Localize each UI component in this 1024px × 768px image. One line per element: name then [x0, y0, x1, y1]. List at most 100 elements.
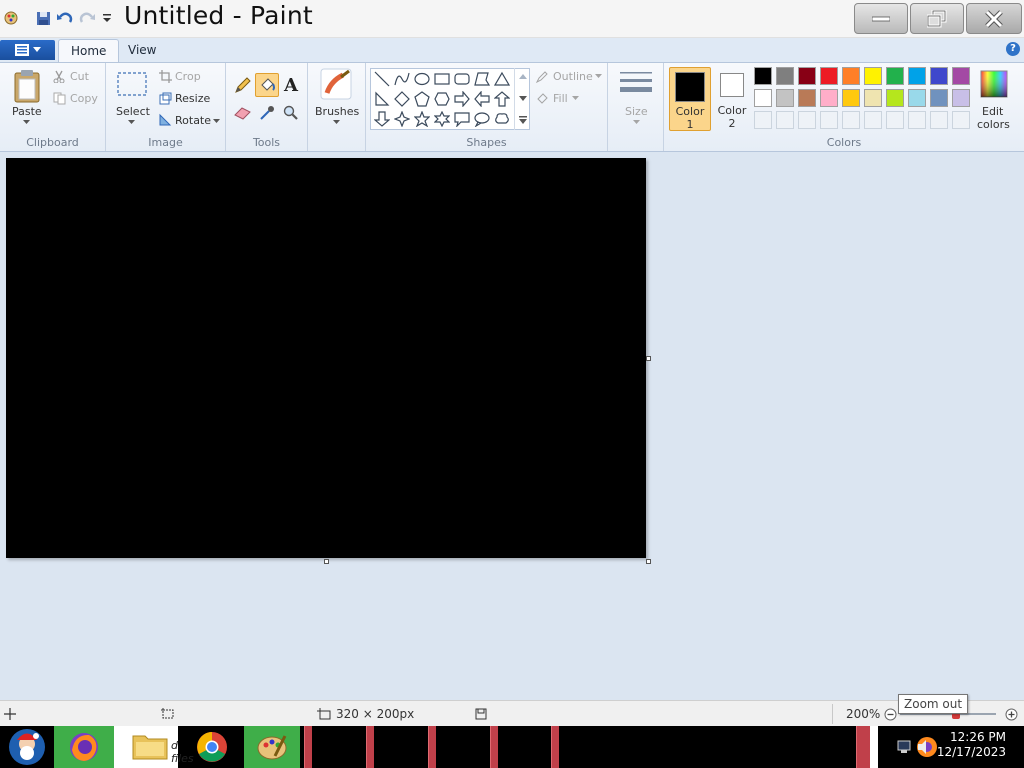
palette-color-swatch[interactable]	[908, 67, 926, 85]
palette-color-swatch[interactable]	[908, 89, 926, 107]
cut-button[interactable]: Cut	[70, 70, 89, 83]
network-icon[interactable]	[896, 726, 914, 768]
drawing-canvas[interactable]	[6, 158, 646, 558]
edit-colors-label-line1[interactable]: Edit	[982, 105, 1003, 118]
taskbar-window-strip[interactable]	[490, 726, 498, 768]
pencil-icon[interactable]	[232, 74, 254, 96]
palette-color-swatch[interactable]	[820, 67, 838, 85]
cloud-callout-shape-icon[interactable]	[492, 109, 511, 128]
taskbar-window-strip[interactable]	[428, 726, 436, 768]
gallery-expand-icon[interactable]	[519, 116, 527, 124]
outline-dropdown-arrow-icon[interactable]	[594, 73, 602, 79]
six-point-star-shape-icon[interactable]	[432, 109, 451, 128]
down-arrow-shape-icon[interactable]	[372, 109, 391, 128]
resize-button[interactable]: Resize	[175, 92, 210, 105]
palette-color-swatch[interactable]	[952, 89, 970, 107]
select-label[interactable]: Select	[116, 105, 150, 118]
oval-callout-shape-icon[interactable]	[472, 109, 491, 128]
hexagon-shape-icon[interactable]	[432, 89, 451, 108]
palette-color-swatch[interactable]	[864, 67, 882, 85]
color2-button[interactable]: Color 2	[713, 67, 751, 131]
palette-color-swatch[interactable]	[798, 89, 816, 107]
right-arrow-shape-icon[interactable]	[452, 89, 471, 108]
eraser-icon[interactable]	[232, 102, 254, 124]
select-dropdown-arrow-icon[interactable]	[127, 119, 135, 125]
palette-custom-slot[interactable]	[930, 111, 948, 129]
size-dropdown-arrow-icon[interactable]	[632, 119, 640, 125]
paint-menu-button[interactable]	[0, 40, 55, 60]
crop-button[interactable]: Crop	[175, 70, 201, 83]
palette-color-swatch[interactable]	[930, 67, 948, 85]
left-arrow-shape-icon[interactable]	[472, 89, 491, 108]
tray-show-hidden[interactable]	[870, 726, 878, 768]
pentagon-shape-icon[interactable]	[412, 89, 431, 108]
taskbar-paint[interactable]	[244, 726, 300, 768]
palette-custom-slot[interactable]	[864, 111, 882, 129]
oval-shape-icon[interactable]	[412, 69, 431, 88]
taskbar-clock[interactable]: 12:26 PM 12/17/2023	[937, 730, 1006, 760]
up-arrow-shape-icon[interactable]	[492, 89, 511, 108]
brushes-label[interactable]: Brushes	[315, 105, 359, 118]
rectangle-shape-icon[interactable]	[432, 69, 451, 88]
tray-overflow-strip[interactable]	[856, 726, 870, 768]
line-shape-icon[interactable]	[372, 69, 391, 88]
redo-icon[interactable]	[78, 8, 96, 28]
palette-custom-slot[interactable]	[908, 111, 926, 129]
paint-app-icon[interactable]	[2, 8, 20, 28]
taskbar-chrome[interactable]	[184, 726, 240, 768]
size-label[interactable]: Size	[625, 105, 648, 118]
palette-color-swatch[interactable]	[820, 89, 838, 107]
curve-shape-icon[interactable]	[392, 69, 411, 88]
rotate-button[interactable]: Rotate	[175, 114, 211, 127]
minimize-button[interactable]	[854, 3, 908, 34]
fill-button[interactable]: Fill	[553, 92, 568, 105]
tab-view[interactable]: View	[116, 39, 168, 62]
gallery-scroll-up-icon[interactable]	[519, 74, 527, 79]
outline-button[interactable]: Outline	[553, 70, 593, 83]
palette-custom-slot[interactable]	[886, 111, 904, 129]
close-button[interactable]	[966, 3, 1022, 34]
palette-custom-slot[interactable]	[776, 111, 794, 129]
edit-colors-icon[interactable]	[978, 69, 1010, 99]
zoom-in-button[interactable]	[1004, 707, 1018, 721]
copy-button[interactable]: Copy	[70, 92, 98, 105]
palette-color-swatch[interactable]	[754, 89, 772, 107]
customize-qat-icon[interactable]	[98, 8, 116, 28]
palette-color-swatch[interactable]	[798, 67, 816, 85]
palette-color-swatch[interactable]	[842, 89, 860, 107]
palette-custom-slot[interactable]	[754, 111, 772, 129]
color1-button[interactable]: Color 1	[669, 67, 711, 131]
save-icon[interactable]	[34, 8, 52, 28]
palette-color-swatch[interactable]	[864, 89, 882, 107]
taskbar-window-strip[interactable]	[551, 726, 559, 768]
right-triangle-shape-icon[interactable]	[372, 89, 391, 108]
palette-custom-slot[interactable]	[842, 111, 860, 129]
palette-color-swatch[interactable]	[886, 89, 904, 107]
select-icon[interactable]	[116, 71, 148, 97]
canvas-resize-handle-bottom[interactable]	[324, 559, 329, 564]
diamond-shape-icon[interactable]	[392, 89, 411, 108]
size-icon[interactable]	[620, 69, 652, 99]
paste-dropdown-arrow-icon[interactable]	[22, 119, 30, 125]
zoom-out-button[interactable]	[883, 707, 897, 721]
palette-custom-slot[interactable]	[952, 111, 970, 129]
palette-color-swatch[interactable]	[776, 89, 794, 107]
paste-icon[interactable]	[13, 69, 41, 103]
brushes-icon[interactable]	[318, 67, 354, 101]
palette-color-swatch[interactable]	[754, 67, 772, 85]
gallery-scroll-down-icon[interactable]	[519, 96, 527, 101]
palette-color-swatch[interactable]	[886, 67, 904, 85]
taskbar-window-strip[interactable]	[304, 726, 312, 768]
text-tool-icon[interactable]: A	[280, 74, 302, 96]
taskbar-file-explorer[interactable]: d files	[114, 726, 194, 768]
color-picker-icon[interactable]	[256, 102, 278, 124]
rectangular-callout-shape-icon[interactable]	[452, 109, 471, 128]
fill-with-color-icon[interactable]	[255, 73, 279, 97]
canvas-work-area[interactable]	[0, 152, 1024, 700]
canvas-resize-handle-right[interactable]	[646, 356, 651, 361]
shapes-gallery-scroll[interactable]	[514, 68, 530, 130]
palette-color-swatch[interactable]	[842, 67, 860, 85]
paste-label[interactable]: Paste	[12, 105, 42, 118]
restore-button[interactable]	[910, 3, 964, 34]
palette-color-swatch[interactable]	[776, 67, 794, 85]
